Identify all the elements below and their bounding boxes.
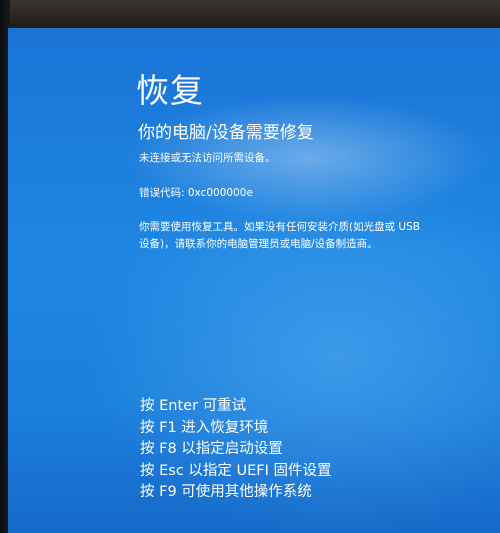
error-message: 未连接或无法访问所需设备。 (139, 152, 276, 164)
page-subtitle: 你的电脑/设备需要修复 (138, 123, 314, 143)
recovery-screen: 恢复 你的电脑/设备需要修复 未连接或无法访问所需设备。 错误代码: 0xc00… (8, 28, 500, 533)
option-esc-uefi-settings[interactable]: 按 Esc 以指定 UEFI 固件设置 (140, 461, 332, 483)
recovery-instructions: 你需要使用恢复工具。如果没有任何安装介质(如光盘或 USB 设备)，请联系你的电… (139, 219, 459, 253)
instructions-line-1: 你需要使用恢复工具。如果没有任何安装介质(如光盘或 USB (139, 221, 420, 233)
option-f9-other-os[interactable]: 按 F9 可使用其他操作系统 (140, 482, 332, 504)
option-enter-retry[interactable]: 按 Enter 可重试 (140, 396, 332, 418)
option-f1-recovery-environment[interactable]: 按 F1 进入恢复环境 (140, 418, 332, 440)
error-code: 错误代码: 0xc000000e (139, 187, 253, 199)
key-options-list: 按 Enter 可重试 按 F1 进入恢复环境 按 F8 以指定启动设置 按 E… (140, 396, 332, 504)
instructions-line-2: 设备)，请联系你的电脑管理员或电脑/设备制造商。 (139, 238, 378, 250)
page-title: 恢复 (136, 71, 204, 110)
option-f8-startup-settings[interactable]: 按 F8 以指定启动设置 (140, 439, 332, 461)
